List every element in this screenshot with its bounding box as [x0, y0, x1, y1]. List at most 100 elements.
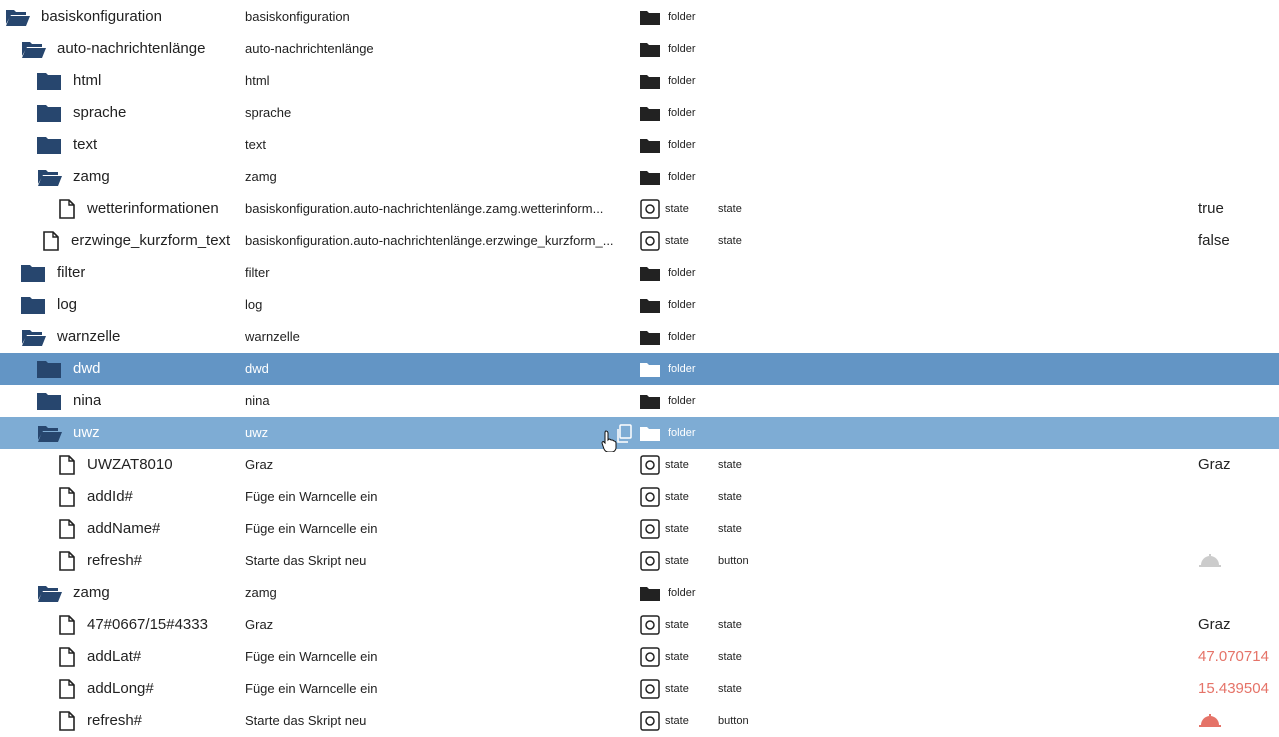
folder-type-icon: [640, 97, 660, 129]
file-icon: [59, 641, 75, 673]
tree-item-display-name: sprache: [245, 105, 292, 120]
tree-row-erzwinge-kurzform-text[interactable]: erzwinge_kurzform_text basiskonfiguratio…: [0, 225, 1279, 257]
type-label: folder: [668, 107, 696, 119]
tree-row-zamg-2[interactable]: zamg zamg folder: [0, 577, 1279, 609]
folder-type-icon: [640, 577, 660, 609]
file-icon: [59, 481, 75, 513]
tree-item-display-name: basiskonfiguration: [245, 9, 350, 24]
tree-row-addlong[interactable]: addLong# Füge ein Warncelle ein state st…: [0, 673, 1279, 705]
tree-row-html[interactable]: html html folder: [0, 65, 1279, 97]
file-icon: [43, 225, 59, 257]
role-label: state: [718, 651, 742, 663]
type-label: state: [665, 555, 689, 567]
state-value[interactable]: Graz: [1198, 449, 1231, 481]
folder-closed-icon[interactable]: [21, 289, 45, 321]
folder-closed-icon[interactable]: [21, 257, 45, 289]
type-label: state: [665, 203, 689, 215]
folder-type-icon: [640, 289, 660, 321]
bell-button-icon[interactable]: [1199, 705, 1221, 737]
tree-row-text[interactable]: text text folder: [0, 129, 1279, 161]
type-label: folder: [668, 427, 696, 439]
tree-row-auto-nachrichtenlaenge[interactable]: auto-nachrichtenlänge auto-nachrichtenlä…: [0, 33, 1279, 65]
type-label: folder: [668, 395, 696, 407]
folder-open-icon[interactable]: [37, 161, 63, 193]
tree-item-name: addName#: [87, 520, 161, 537]
folder-type-icon: [640, 33, 660, 65]
tree-row-warnzelle[interactable]: warnzelle warnzelle folder: [0, 321, 1279, 353]
tree-row-addname[interactable]: addName# Füge ein Warncelle ein state st…: [0, 513, 1279, 545]
file-icon: [59, 449, 75, 481]
tree-item-name: warnzelle: [57, 328, 121, 345]
tree-item-display-name: Graz: [245, 457, 274, 472]
tree-row-addlat[interactable]: addLat# Füge ein Warncelle ein state sta…: [0, 641, 1279, 673]
tree-row-basiskonfiguration[interactable]: basiskonfiguration basiskonfiguration fo…: [0, 1, 1279, 33]
bell-button-icon[interactable]: [1199, 545, 1221, 577]
tree-item-display-name: Füge ein Warncelle ein: [245, 681, 378, 696]
type-label: folder: [668, 171, 696, 183]
folder-closed-icon[interactable]: [37, 65, 61, 97]
tree-item-name: addLong#: [87, 680, 154, 697]
tree-row-wetterinformationen[interactable]: wetterinformationen basiskonfiguration.a…: [0, 193, 1279, 225]
folder-open-icon[interactable]: [21, 33, 47, 65]
tree-item-name: nina: [73, 392, 102, 409]
tree-row-refresh-zamg[interactable]: refresh# Starte das Skript neu state but…: [0, 705, 1279, 737]
tree-item-name: basiskonfiguration: [41, 8, 162, 25]
state-value[interactable]: false: [1198, 225, 1230, 257]
folder-closed-icon[interactable]: [37, 353, 61, 385]
tree-row-47-0667[interactable]: 47#0667/15#4333 Graz state state Graz: [0, 609, 1279, 641]
state-value[interactable]: Graz: [1198, 609, 1231, 641]
state-type-icon: [640, 225, 660, 257]
type-label: state: [665, 523, 689, 535]
tree-row-log[interactable]: log log folder: [0, 289, 1279, 321]
tree-item-name: wetterinformationen: [87, 200, 219, 217]
type-label: folder: [668, 363, 696, 375]
file-icon: [59, 705, 75, 737]
file-icon: [59, 545, 75, 577]
folder-closed-icon[interactable]: [37, 129, 61, 161]
tree-row-uwz[interactable]: uwz uwz folder: [0, 417, 1279, 453]
folder-open-icon[interactable]: [5, 1, 31, 33]
file-icon: [59, 193, 75, 225]
copy-icon[interactable]: [615, 424, 633, 449]
tree-row-nina[interactable]: nina nina folder: [0, 385, 1279, 417]
tree-item-name: 47#0667/15#4333: [87, 616, 208, 633]
state-type-icon: [640, 193, 660, 225]
tree-item-display-name: nina: [245, 393, 270, 408]
tree-row-zamg[interactable]: zamg zamg folder: [0, 161, 1279, 193]
tree-row-sprache[interactable]: sprache sprache folder: [0, 97, 1279, 129]
file-icon: [59, 513, 75, 545]
tree-row-dwd[interactable]: dwd dwd folder: [0, 353, 1279, 385]
role-label: state: [718, 491, 742, 503]
folder-open-icon[interactable]: [37, 577, 63, 609]
tree-item-name: uwz: [73, 424, 100, 441]
state-type-icon: [640, 545, 660, 577]
type-label: folder: [668, 43, 696, 55]
tree-item-name: sprache: [73, 104, 127, 121]
folder-closed-icon[interactable]: [37, 97, 61, 129]
folder-type-icon: [640, 321, 660, 353]
tree-item-display-name: basiskonfiguration.auto-nachrichtenlänge…: [245, 201, 604, 216]
tree-item-display-name: Füge ein Warncelle ein: [245, 521, 378, 536]
tree-row-uwzat8010[interactable]: UWZAT8010 Graz state state Graz: [0, 449, 1279, 481]
state-value[interactable]: true: [1198, 193, 1224, 225]
tree-row-filter[interactable]: filter filter folder: [0, 257, 1279, 289]
file-icon: [59, 609, 75, 641]
folder-open-icon[interactable]: [21, 321, 47, 353]
tree-row-refresh-uwz[interactable]: refresh# Starte das Skript neu state but…: [0, 545, 1279, 577]
folder-open-icon[interactable]: [37, 417, 63, 449]
folder-type-icon: [640, 129, 660, 161]
folder-type-icon: [640, 161, 660, 193]
file-icon: [59, 673, 75, 705]
type-label: state: [665, 715, 689, 727]
state-value[interactable]: 15.439504: [1198, 673, 1269, 705]
folder-closed-icon[interactable]: [37, 385, 61, 417]
type-label: folder: [668, 331, 696, 343]
tree-item-display-name: Füge ein Warncelle ein: [245, 649, 378, 664]
type-label: state: [665, 459, 689, 471]
state-value[interactable]: 47.070714: [1198, 641, 1269, 673]
state-type-icon: [640, 609, 660, 641]
tree-item-display-name: basiskonfiguration.auto-nachrichtenlänge…: [245, 233, 614, 248]
tree-row-addid[interactable]: addId# Füge ein Warncelle ein state stat…: [0, 481, 1279, 513]
tree-item-name: refresh#: [87, 712, 143, 729]
tree-item-display-name: uwz: [245, 425, 269, 440]
